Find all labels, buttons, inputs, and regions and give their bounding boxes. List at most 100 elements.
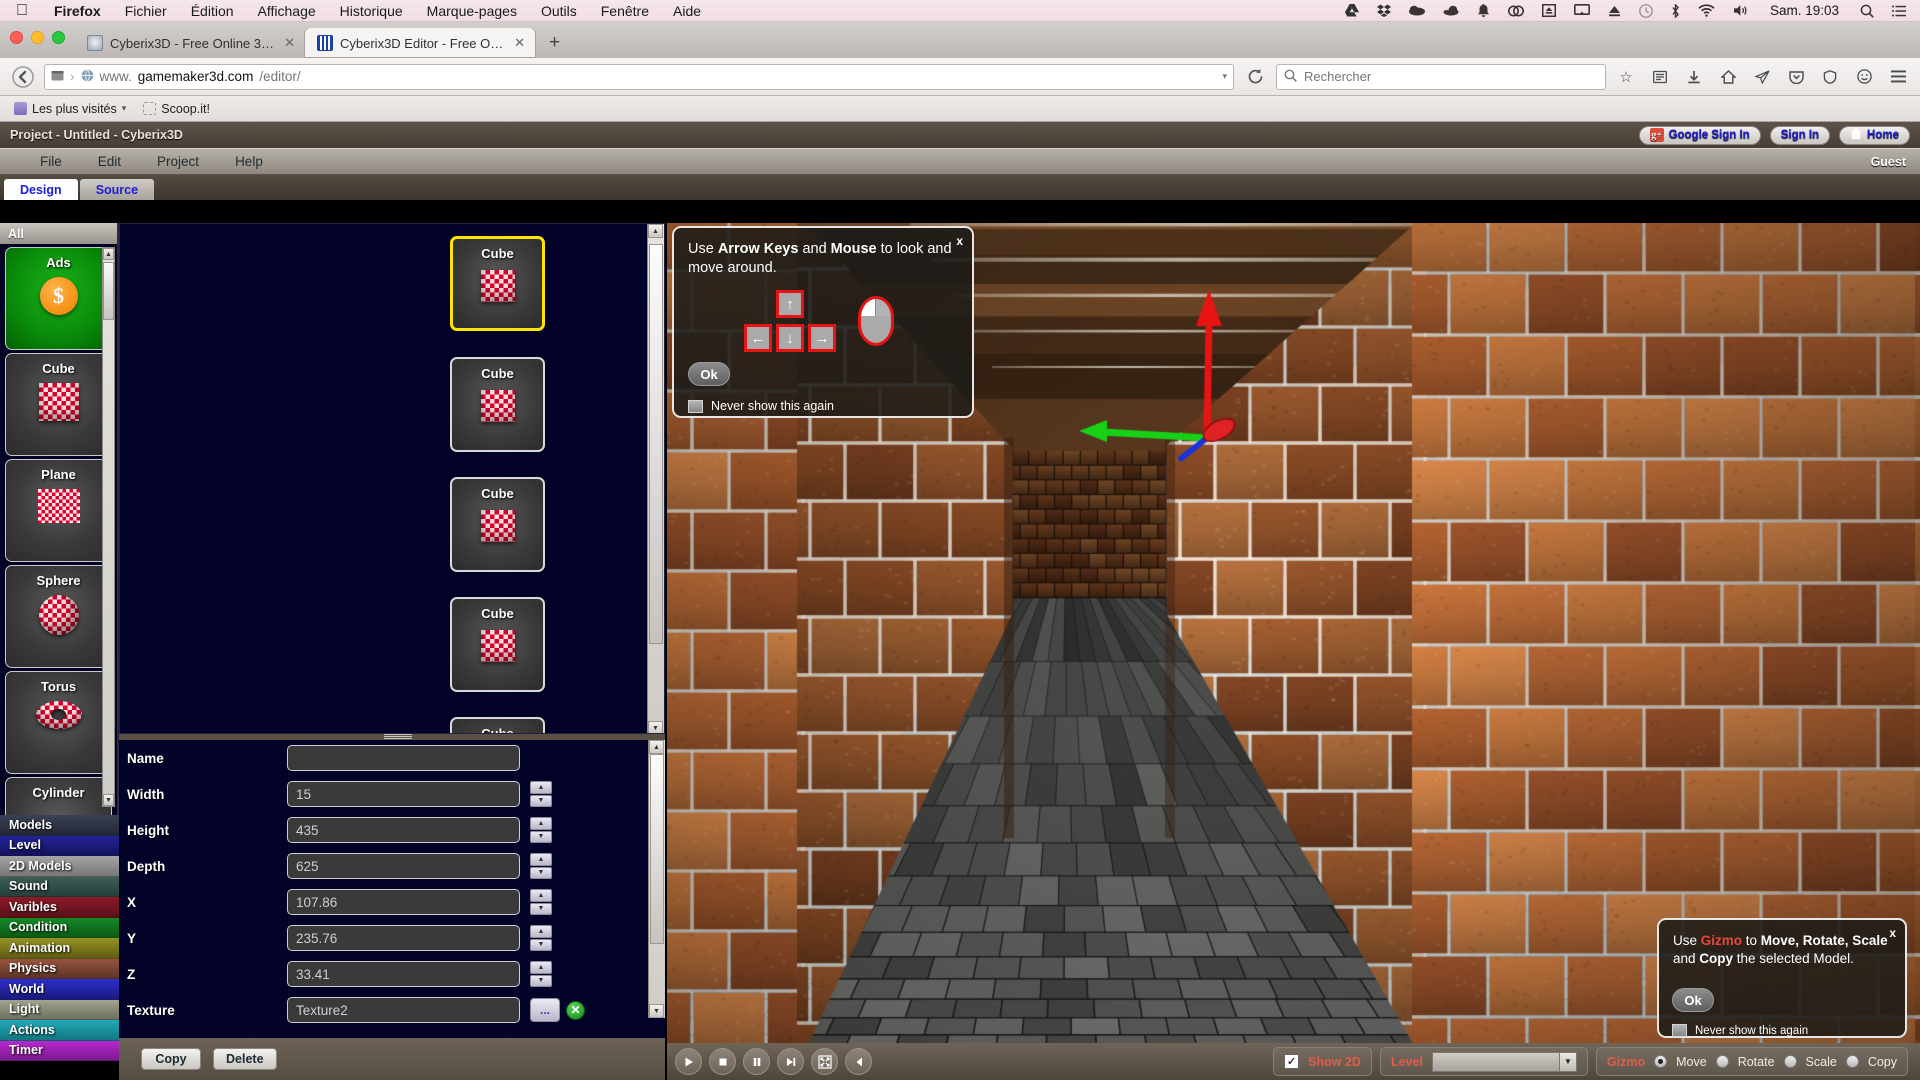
palette-item-sphere[interactable]: Sphere bbox=[5, 565, 112, 668]
model-card-1[interactable]: Cube bbox=[450, 357, 545, 452]
menu-help[interactable]: Help bbox=[217, 154, 281, 169]
properties-scroll-thumb[interactable] bbox=[650, 754, 664, 944]
spin-down-icon[interactable]: ▼ bbox=[530, 938, 552, 951]
menu-file[interactable]: File bbox=[22, 154, 80, 169]
panel-resize-grip[interactable] bbox=[384, 733, 412, 740]
sign-in-button[interactable]: Sign In bbox=[1769, 125, 1831, 145]
palette-item-ads[interactable]: Ads $ bbox=[5, 247, 112, 350]
palette-scroll-down-icon[interactable]: ▼ bbox=[103, 794, 114, 806]
palette-item-cylinder[interactable]: Cylinder bbox=[5, 777, 112, 815]
property-input-height[interactable]: 435 bbox=[287, 817, 520, 843]
spin-down-icon[interactable]: ▼ bbox=[530, 902, 552, 915]
google-sign-in-button[interactable]: g+ Google Sign In bbox=[1638, 125, 1761, 145]
category-animation[interactable]: Animation bbox=[0, 938, 119, 959]
spin-up-icon[interactable]: ▲ bbox=[530, 889, 552, 902]
category-models[interactable]: Models bbox=[0, 815, 119, 836]
menu-edition[interactable]: Édition bbox=[179, 3, 246, 19]
bookmark-scoopit[interactable]: Scoop.it! bbox=[137, 100, 216, 118]
models-scroll-thumb[interactable] bbox=[649, 244, 663, 644]
star-icon[interactable]: ☆ bbox=[1612, 64, 1640, 90]
properties-scrollbar[interactable]: ▲ ▼ bbox=[648, 740, 665, 1018]
menu-historique[interactable]: Historique bbox=[328, 3, 415, 19]
category-sound[interactable]: Sound bbox=[0, 876, 119, 897]
close-icon[interactable]: x bbox=[956, 234, 963, 248]
eject-icon[interactable] bbox=[1599, 5, 1630, 17]
dropmarker-icon[interactable]: ▾ bbox=[1222, 71, 1227, 82]
models-scroll-up-icon[interactable]: ▲ bbox=[648, 224, 663, 238]
model-card-0[interactable]: Cube bbox=[450, 236, 545, 331]
models-list-scrollbar[interactable]: ▲ ▼ bbox=[647, 224, 664, 733]
reader-icon[interactable] bbox=[1646, 64, 1674, 90]
home-button[interactable]: Home bbox=[1839, 125, 1910, 145]
back-arrow-icon[interactable] bbox=[8, 63, 38, 91]
level-select[interactable]: ▼ bbox=[1431, 1051, 1577, 1072]
google-drive-icon[interactable] bbox=[1336, 4, 1368, 17]
close-tab-1-icon[interactable]: ✕ bbox=[281, 35, 295, 51]
show-2d-checkbox[interactable]: ✓ bbox=[1284, 1054, 1300, 1069]
palette-item-torus[interactable]: Torus bbox=[5, 671, 112, 774]
spin-down-icon[interactable]: ▼ bbox=[530, 974, 552, 987]
step-button[interactable] bbox=[777, 1048, 804, 1075]
menu-icon[interactable] bbox=[1884, 64, 1912, 90]
shield-icon[interactable] bbox=[1816, 64, 1844, 90]
menu-marque-pages[interactable]: Marque-pages bbox=[415, 3, 529, 19]
stop-button[interactable] bbox=[709, 1048, 736, 1075]
spin-up-icon[interactable]: ▲ bbox=[530, 961, 552, 974]
chevron-down-icon[interactable]: ▼ bbox=[1558, 1052, 1576, 1071]
reload-icon[interactable] bbox=[1240, 63, 1270, 91]
menu-aide[interactable]: Aide bbox=[661, 3, 713, 19]
menu-outils[interactable]: Outils bbox=[529, 3, 589, 19]
download-icon[interactable] bbox=[1680, 64, 1708, 90]
menu-bar-clock[interactable]: Sam. 19:03 bbox=[1758, 3, 1851, 18]
property-spinner-width[interactable]: ▲ ▼ bbox=[530, 781, 552, 807]
category-world[interactable]: World bbox=[0, 979, 119, 1000]
send-icon[interactable] bbox=[1748, 64, 1776, 90]
apple-icon[interactable]:  bbox=[0, 2, 42, 19]
minimize-window-button[interactable] bbox=[31, 31, 44, 44]
palette-item-cube[interactable]: Cube bbox=[5, 353, 112, 456]
tab-source[interactable]: Source bbox=[79, 179, 155, 200]
cloud-icon[interactable] bbox=[1434, 5, 1468, 16]
gizmo-radio-scale[interactable] bbox=[1783, 1055, 1797, 1068]
gizmo-radio-rotate[interactable] bbox=[1715, 1055, 1729, 1068]
models-scroll-down-icon[interactable]: ▼ bbox=[648, 721, 663, 733]
palette-item-plane[interactable]: Plane bbox=[5, 459, 112, 562]
mute-button[interactable] bbox=[845, 1048, 872, 1075]
never-show-checkbox[interactable] bbox=[688, 399, 703, 413]
property-spinner-y[interactable]: ▲ ▼ bbox=[530, 925, 552, 951]
category-actions[interactable]: Actions bbox=[0, 1020, 119, 1041]
property-input-z[interactable]: 33.41 bbox=[287, 961, 520, 987]
delete-button[interactable]: Delete bbox=[213, 1048, 277, 1070]
spin-down-icon[interactable]: ▼ bbox=[530, 866, 552, 879]
fullscreen-button[interactable] bbox=[811, 1048, 838, 1075]
category-varibles[interactable]: Varibles bbox=[0, 897, 119, 918]
menu-edit[interactable]: Edit bbox=[80, 154, 139, 169]
site-identity-icon[interactable] bbox=[51, 69, 64, 85]
menu-fichier[interactable]: Fichier bbox=[113, 3, 179, 19]
property-input-width[interactable]: 15 bbox=[287, 781, 520, 807]
properties-scroll-down-icon[interactable]: ▼ bbox=[649, 1004, 664, 1018]
spin-up-icon[interactable]: ▲ bbox=[530, 925, 552, 938]
notification-center-icon[interactable] bbox=[1883, 5, 1920, 17]
close-icon[interactable]: x bbox=[1889, 926, 1896, 940]
model-card-2[interactable]: Cube bbox=[450, 477, 545, 572]
property-input-texture[interactable]: Texture2 bbox=[287, 997, 520, 1023]
property-spinner-z[interactable]: ▲ ▼ bbox=[530, 961, 552, 987]
smiley-icon[interactable] bbox=[1850, 64, 1878, 90]
gizmo-radio-move[interactable] bbox=[1654, 1055, 1668, 1068]
new-tab-button[interactable]: + bbox=[535, 32, 574, 58]
menu-firefox[interactable]: Firefox bbox=[42, 3, 113, 19]
address-bar[interactable]: › www. gamemaker3d.com /editor/ ▾ bbox=[44, 63, 1234, 90]
copy-button[interactable]: Copy bbox=[141, 1048, 201, 1070]
3d-viewport[interactable]: x Use Arrow Keys and Mouse to look and m… bbox=[667, 223, 1920, 1043]
pause-button[interactable] bbox=[743, 1048, 770, 1075]
palette-scrollbar[interactable]: ▲ ▼ bbox=[102, 247, 115, 807]
menu-project[interactable]: Project bbox=[139, 154, 217, 169]
category-physics[interactable]: Physics bbox=[0, 958, 119, 979]
airplay-icon[interactable] bbox=[1565, 4, 1599, 17]
category-timer[interactable]: Timer bbox=[0, 1040, 119, 1061]
property-input-depth[interactable]: 625 bbox=[287, 853, 520, 879]
category-condition[interactable]: Condition bbox=[0, 917, 119, 938]
home-icon[interactable] bbox=[1714, 64, 1742, 90]
dropbox-icon[interactable] bbox=[1368, 4, 1400, 17]
